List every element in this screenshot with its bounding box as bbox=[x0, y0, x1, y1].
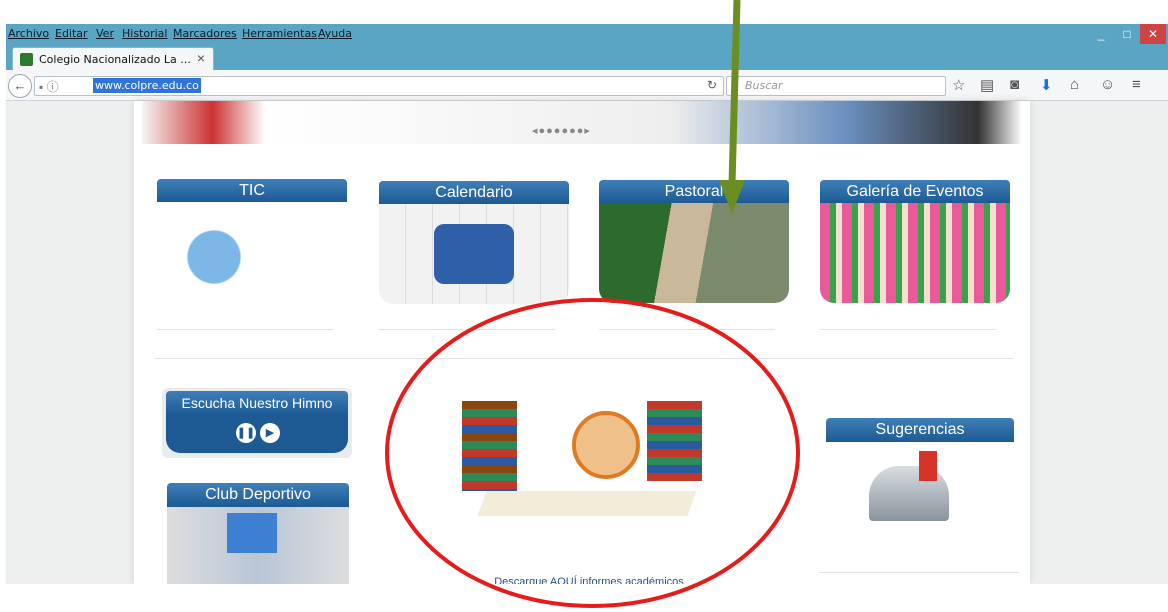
tab-title: Colegio Nacionalizado La ... bbox=[39, 53, 191, 66]
download-icon[interactable]: ⬇ bbox=[1040, 76, 1053, 94]
navigation-bar: ← ▪ ⓘ www.colpre.edu.co ↻ ⚲ Buscar ☆ ▤ ◙… bbox=[6, 70, 1168, 101]
anthem-controls: ❚❚ ▶ bbox=[166, 415, 348, 453]
card-divider bbox=[820, 329, 996, 330]
annotation-arrow bbox=[719, 0, 745, 214]
mailbox-icon[interactable] bbox=[869, 451, 959, 531]
menu-ayuda[interactable]: Ayuda bbox=[318, 27, 352, 40]
calendar-icon bbox=[434, 224, 514, 284]
menu-bar: Archivo Editar Ver Historial Marcadores … bbox=[6, 24, 1168, 44]
club-deportivo-image[interactable] bbox=[167, 507, 349, 584]
widget-divider bbox=[819, 572, 1019, 573]
search-input[interactable]: ⚲ Buscar bbox=[726, 76, 946, 96]
menu-archivo[interactable]: Archivo bbox=[8, 27, 49, 40]
banner-slider[interactable]: ◂●●●●●●▸ bbox=[142, 101, 1022, 144]
calendario-image[interactable] bbox=[379, 204, 569, 304]
menu-herramientas[interactable]: Herramientas bbox=[242, 27, 317, 40]
close-tab-icon[interactable]: × bbox=[197, 50, 205, 66]
search-placeholder: Buscar bbox=[745, 79, 783, 92]
galeria-image[interactable] bbox=[820, 203, 1010, 303]
tab-bar: Colegio Nacionalizado La ... × + bbox=[6, 44, 1168, 86]
play-icon[interactable]: ▶ bbox=[260, 423, 280, 443]
anthem-player[interactable]: Escucha Nuestro Himno ❚❚ ▶ bbox=[162, 388, 352, 458]
sugerencias-title[interactable]: Sugerencias bbox=[826, 418, 1014, 442]
pocket-icon[interactable]: ◙ bbox=[1010, 76, 1019, 93]
annotation-circle bbox=[385, 298, 800, 608]
minimize-button[interactable]: _ bbox=[1088, 24, 1114, 44]
smiley-icon[interactable]: ☺ bbox=[1100, 76, 1115, 93]
slider-dots[interactable]: ◂●●●●●●▸ bbox=[532, 124, 591, 137]
site-favicon-icon bbox=[20, 53, 33, 66]
site-identity-icon[interactable]: ▪ ⓘ bbox=[39, 78, 59, 95]
close-window-button[interactable]: ✕ bbox=[1140, 24, 1166, 44]
card-header-calendario[interactable]: Calendario bbox=[379, 181, 569, 204]
card-header-pastoral[interactable]: Pastoral bbox=[599, 180, 789, 203]
club-deportivo-title[interactable]: Club Deportivo bbox=[167, 483, 349, 507]
card-header-galeria[interactable]: Galería de Eventos bbox=[820, 180, 1010, 203]
tab-colegio[interactable]: Colegio Nacionalizado La ... × bbox=[12, 47, 214, 71]
restore-button[interactable]: □ bbox=[1114, 24, 1140, 44]
url-bar[interactable]: ▪ ⓘ www.colpre.edu.co ↻ bbox=[34, 76, 724, 96]
club-poster bbox=[227, 513, 277, 553]
bookmark-star-icon[interactable]: ☆ bbox=[952, 76, 965, 94]
anthem-title: Escucha Nuestro Himno bbox=[166, 391, 348, 415]
pause-icon[interactable]: ❚❚ bbox=[236, 423, 256, 443]
hamburger-menu-icon[interactable]: ≡ bbox=[1132, 76, 1141, 93]
menu-marcadores[interactable]: Marcadores bbox=[173, 27, 237, 40]
card-header-tic[interactable]: TIC bbox=[157, 179, 347, 202]
reading-list-icon[interactable]: ▤ bbox=[980, 76, 994, 94]
pastoral-image[interactable] bbox=[599, 203, 789, 303]
menu-editar[interactable]: Editar bbox=[55, 27, 88, 40]
tic-image[interactable] bbox=[157, 202, 347, 302]
card-divider bbox=[157, 329, 333, 330]
menu-historial[interactable]: Historial bbox=[122, 27, 167, 40]
reload-icon[interactable]: ↻ bbox=[707, 78, 717, 92]
home-icon[interactable]: ⌂ bbox=[1070, 76, 1079, 93]
back-button[interactable]: ← bbox=[8, 74, 32, 98]
menu-ver[interactable]: Ver bbox=[96, 27, 114, 40]
url-text: www.colpre.edu.co bbox=[93, 78, 201, 93]
